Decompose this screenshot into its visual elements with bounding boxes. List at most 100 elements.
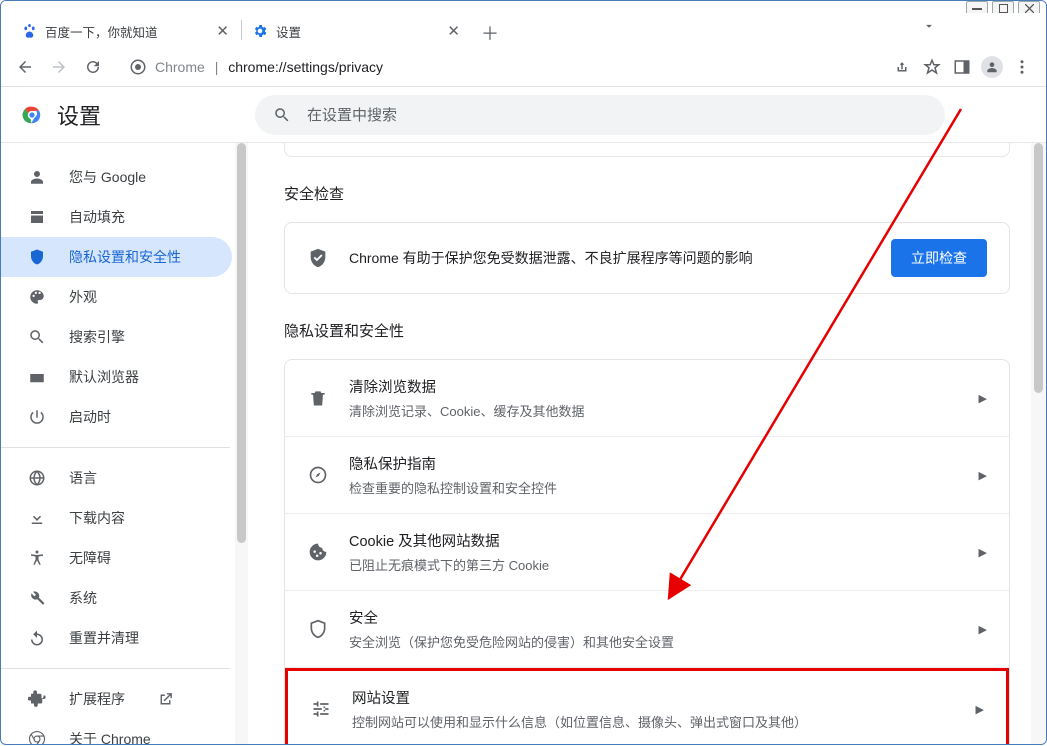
sidebar-item-wrench[interactable]: 系统: [1, 578, 232, 618]
row-texts: 安全安全浏览（保护您免受危险网站的侵害）和其他安全设置: [349, 607, 959, 651]
browser-icon: [27, 368, 47, 386]
tabs-dropdown-button[interactable]: [922, 19, 936, 33]
address-text: Chrome | chrome://settings/privacy: [155, 59, 383, 75]
compass-icon: [307, 465, 329, 485]
row-texts: 网站设置控制网站可以使用和显示什么信息（如位置信息、摄像头、弹出式窗口及其他）: [352, 687, 956, 731]
toolbar-right: [888, 53, 1036, 81]
row-title: 安全: [349, 607, 959, 628]
row-subtitle: 控制网站可以使用和显示什么信息（如位置信息、摄像头、弹出式窗口及其他）: [352, 712, 956, 731]
search-icon: [273, 106, 291, 124]
sidebar-item-reset[interactable]: 重置并清理: [1, 618, 232, 658]
bookmark-icon[interactable]: [918, 53, 946, 81]
row-subtitle: 已阻止无痕模式下的第三方 Cookie: [349, 555, 959, 574]
tab-baidu[interactable]: 百度一下，你就知道 ✕: [11, 15, 241, 47]
menu-icon[interactable]: [1008, 53, 1036, 81]
sidebar-item-label: 默认浏览器: [69, 367, 139, 387]
sidebar-item-label: 外观: [69, 287, 97, 307]
sidebar-item-label: 启动时: [69, 407, 111, 427]
chevron-right-icon: ▶: [979, 546, 987, 559]
sidebar-item-label: 关于 Chrome: [69, 729, 151, 744]
search-icon: [27, 328, 47, 346]
previous-card-bottom: [284, 143, 1010, 157]
wrench-icon: [27, 589, 47, 607]
main-content: 安全检查 Chrome 有助于保护您免受数据泄露、不良扩展程序等问题的影响 立即…: [248, 143, 1046, 744]
toolbar: Chrome | chrome://settings/privacy: [1, 47, 1046, 87]
person-icon: [27, 168, 47, 186]
sidebar-item-download[interactable]: 下载内容: [1, 498, 232, 538]
safety-check-row: Chrome 有助于保护您免受数据泄露、不良扩展程序等问题的影响 立即检查: [285, 223, 1009, 293]
settings-search[interactable]: 在设置中搜索: [255, 95, 945, 135]
chevron-right-icon: ▶: [976, 703, 984, 716]
sidebar-item-label: 搜索引擎: [69, 327, 125, 347]
tab-settings[interactable]: 设置 ✕: [242, 15, 472, 47]
accessibility-icon: [27, 549, 47, 567]
row-title: Cookie 及其他网站数据: [349, 530, 959, 551]
chevron-right-icon: ▶: [979, 392, 987, 405]
tab-close-icon[interactable]: ✕: [214, 22, 231, 40]
sidebar-item-palette[interactable]: 外观: [1, 277, 232, 317]
privacy-row-tune[interactable]: 网站设置控制网站可以使用和显示什么信息（如位置信息、摄像头、弹出式窗口及其他） ▶: [285, 668, 1009, 744]
sidebar-item-label: 重置并清理: [69, 628, 139, 648]
row-texts: Cookie 及其他网站数据已阻止无痕模式下的第三方 Cookie: [349, 530, 959, 574]
settings-header: 设置 在设置中搜索: [1, 87, 1046, 143]
power-icon: [27, 408, 47, 426]
privacy-row-trash[interactable]: 清除浏览数据清除浏览记录、Cookie、缓存及其他数据 ▶: [285, 360, 1009, 437]
section-title-safety: 安全检查: [284, 183, 1010, 204]
sidebar-item-globe[interactable]: 语言: [1, 458, 232, 498]
new-tab-button[interactable]: ＋: [476, 19, 504, 47]
reset-icon: [27, 629, 47, 647]
section-title-privacy: 隐私设置和安全性: [284, 320, 1010, 341]
sidebar-item-accessibility[interactable]: 无障碍: [1, 538, 232, 578]
profile-avatar[interactable]: [978, 53, 1006, 81]
safety-check-text: Chrome 有助于保护您免受数据泄露、不良扩展程序等问题的影响: [349, 248, 871, 268]
sidebar-item-person[interactable]: 您与 Google: [1, 157, 232, 197]
side-panel-icon[interactable]: [948, 53, 976, 81]
tab-strip: 百度一下，你就知道 ✕ 设置 ✕ ＋: [1, 13, 1046, 47]
row-texts: 清除浏览数据清除浏览记录、Cookie、缓存及其他数据: [349, 376, 959, 420]
privacy-row-compass[interactable]: 隐私保护指南检查重要的隐私控制设置和安全控件▶: [285, 437, 1009, 514]
page-title: 设置: [57, 99, 101, 131]
title-bar: [1, 1, 1046, 13]
forward-button[interactable]: [45, 53, 73, 81]
sidebar-item-search[interactable]: 搜索引擎: [1, 317, 232, 357]
sidebar-item-label: 下载内容: [69, 508, 125, 528]
site-info-icon[interactable]: [129, 58, 147, 76]
row-title: 隐私保护指南: [349, 453, 959, 474]
shield-icon: [27, 248, 47, 266]
sidebar-item-label: 无障碍: [69, 548, 111, 568]
baidu-favicon: [21, 23, 37, 39]
reload-button[interactable]: [79, 53, 107, 81]
divider: [1, 447, 230, 448]
sidebar-item-autofill[interactable]: 自动填充: [1, 197, 232, 237]
privacy-card: 清除浏览数据清除浏览记录、Cookie、缓存及其他数据 ▶ 隐私保护指南检查重要的隐…: [284, 359, 1010, 744]
address-bar[interactable]: Chrome | chrome://settings/privacy: [119, 52, 876, 82]
cookie-icon: [307, 542, 329, 562]
sidebar-item-chrome[interactable]: 关于 Chrome: [1, 719, 232, 744]
share-icon[interactable]: [888, 53, 916, 81]
sidebar-item-extension[interactable]: 扩展程序: [1, 679, 232, 719]
privacy-row-cookie[interactable]: Cookie 及其他网站数据已阻止无痕模式下的第三方 Cookie ▶: [285, 514, 1009, 591]
row-subtitle: 清除浏览记录、Cookie、缓存及其他数据: [349, 401, 959, 420]
tab-label: 百度一下，你就知道: [45, 22, 158, 41]
tune-icon: [310, 699, 332, 719]
sidebar-item-browser[interactable]: 默认浏览器: [1, 357, 232, 397]
safety-check-button[interactable]: 立即检查: [891, 239, 987, 277]
privacy-row-shield2[interactable]: 安全安全浏览（保护您免受危险网站的侵害）和其他安全设置▶: [285, 591, 1009, 668]
sidebar-item-shield[interactable]: 隐私设置和安全性: [1, 237, 232, 277]
row-subtitle: 安全浏览（保护您免受危险网站的侵害）和其他安全设置: [349, 632, 959, 651]
palette-icon: [27, 288, 47, 306]
divider: [1, 668, 230, 669]
sidebar-item-label: 语言: [69, 468, 97, 488]
browser-window: 百度一下，你就知道 ✕ 设置 ✕ ＋: [0, 0, 1047, 745]
globe-icon: [27, 469, 47, 487]
chrome-icon: [27, 730, 47, 744]
external-link-icon: [157, 691, 174, 708]
back-button[interactable]: [11, 53, 39, 81]
sidebar-item-power[interactable]: 启动时: [1, 397, 232, 437]
row-title: 网站设置: [352, 687, 956, 708]
chrome-logo-icon: [21, 104, 43, 126]
sidebar-scrollbar[interactable]: [235, 143, 248, 744]
main-scrollbar[interactable]: [1031, 143, 1046, 744]
shield2-icon: [307, 619, 329, 639]
tab-close-icon[interactable]: ✕: [445, 22, 462, 40]
